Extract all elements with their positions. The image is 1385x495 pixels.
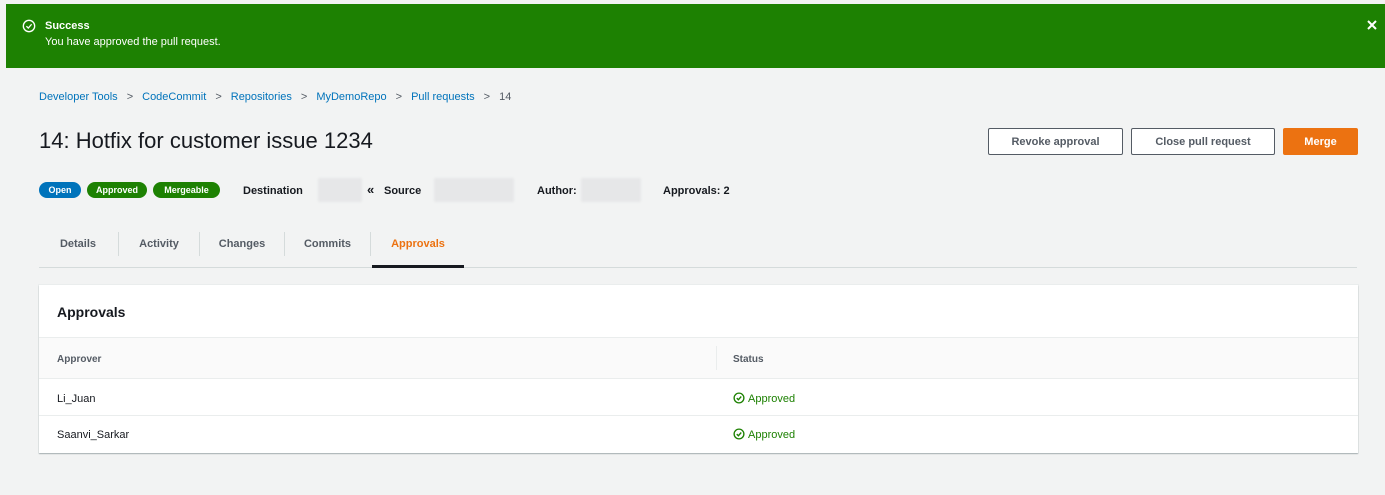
chevron-right-icon: > <box>300 91 308 103</box>
breadcrumb-developer-tools[interactable]: Developer Tools <box>39 91 118 103</box>
page-title: 14: Hotfix for customer issue 1234 <box>39 128 373 153</box>
author-label: Author: <box>537 185 577 197</box>
column-header-status[interactable]: Status <box>733 354 764 365</box>
revoke-approval-button[interactable]: Revoke approval <box>988 128 1123 155</box>
tab-bar: Details Activity Changes Commits Approva… <box>39 228 1357 268</box>
status-badge-mergeable: Mergeable <box>153 182 220 198</box>
breadcrumb-repo[interactable]: MyDemoRepo <box>316 91 386 103</box>
status-badge-open: Open <box>39 182 81 198</box>
breadcrumb-current: 14 <box>499 91 512 103</box>
table-header: Approver Status <box>39 337 1358 379</box>
tab-approvals[interactable]: Approvals <box>372 228 464 268</box>
check-circle-icon <box>733 428 745 440</box>
active-tab-indicator <box>372 265 464 268</box>
tab-activity[interactable]: Activity <box>119 228 199 268</box>
source-label: Source <box>384 185 422 197</box>
flash-title: Success <box>45 20 90 32</box>
check-circle-icon <box>22 19 36 33</box>
close-icon[interactable] <box>1365 18 1379 32</box>
merge-button[interactable]: Merge <box>1283 128 1358 155</box>
flash-message: You have approved the pull request. <box>45 36 221 48</box>
success-flash-banner: Success You have approved the pull reque… <box>6 4 1385 68</box>
breadcrumb-codecommit[interactable]: CodeCommit <box>142 91 206 103</box>
status-badge-approved: Approved <box>87 182 147 198</box>
chevron-right-icon: > <box>395 91 403 103</box>
table-row: Saanvi_Sarkar Approved <box>39 417 1358 452</box>
tab-changes[interactable]: Changes <box>200 228 284 268</box>
author-redacted <box>581 178 641 202</box>
destination-label: Destination <box>243 185 303 197</box>
status-text: Approved <box>748 393 796 405</box>
approvals-count: Approvals: 2 <box>663 185 730 197</box>
status-text: Approved <box>748 429 796 441</box>
approver-name: Saanvi_Sarkar <box>57 429 130 441</box>
tab-commits[interactable]: Commits <box>285 228 370 268</box>
close-pull-request-button[interactable]: Close pull request <box>1131 128 1275 155</box>
chevron-right-icon: > <box>215 91 222 103</box>
chevron-right-icon: > <box>483 91 491 103</box>
table-row: Li_Juan Approved <box>39 381 1358 416</box>
breadcrumb-repositories[interactable]: Repositories <box>231 91 292 103</box>
column-header-approver[interactable]: Approver <box>57 354 101 365</box>
column-divider <box>716 346 717 370</box>
destination-branch-redacted <box>318 178 362 202</box>
status-cell: Approved <box>733 428 795 441</box>
source-branch-redacted <box>434 178 514 202</box>
chevron-right-icon: > <box>126 91 134 103</box>
approvals-panel: Approvals Approver Status Li_Juan Approv… <box>39 285 1358 453</box>
breadcrumb-pull-requests[interactable]: Pull requests <box>411 91 475 103</box>
status-cell: Approved <box>733 392 795 405</box>
panel-title: Approvals <box>57 304 126 320</box>
tab-details[interactable]: Details <box>39 228 117 268</box>
tab-divider <box>370 232 371 256</box>
double-chevron-left-icon: « <box>367 182 375 197</box>
breadcrumb: Developer Tools > CodeCommit > Repositories >… <box>39 91 511 103</box>
approver-name: Li_Juan <box>57 393 96 405</box>
check-circle-icon <box>733 392 745 404</box>
